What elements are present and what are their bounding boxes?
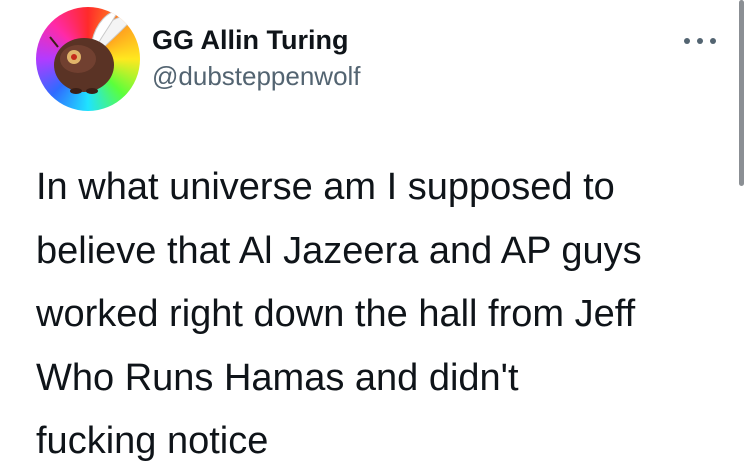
tweet-text: In what universe am I supposed to believ…	[36, 156, 726, 474]
tweet-text-line: Who Runs Hamas and didn't	[36, 356, 519, 399]
user-handle[interactable]: @dubsteppenwolf	[152, 60, 361, 92]
tweet-text-line: believe that Al Jazeera and AP guys	[36, 229, 642, 272]
more-options-button[interactable]	[680, 26, 720, 56]
tweet-text-line: worked right down the hall from Jeff	[36, 293, 636, 335]
tweet-text-line: fucking notice	[36, 420, 269, 462]
display-name[interactable]: GG Allin Turing	[152, 24, 361, 56]
author-block: GG Allin Turing @dubsteppenwolf	[152, 24, 361, 92]
tweet-text-line: In what universe am I supposed to	[36, 166, 615, 208]
avatar[interactable]	[36, 7, 140, 111]
winged-creature-avatar-icon	[49, 10, 135, 94]
more-horizontal-icon	[684, 38, 716, 44]
scrollbar[interactable]	[739, 0, 744, 186]
tweet-card: GG Allin Turing @dubsteppenwolf In what …	[0, 0, 750, 462]
